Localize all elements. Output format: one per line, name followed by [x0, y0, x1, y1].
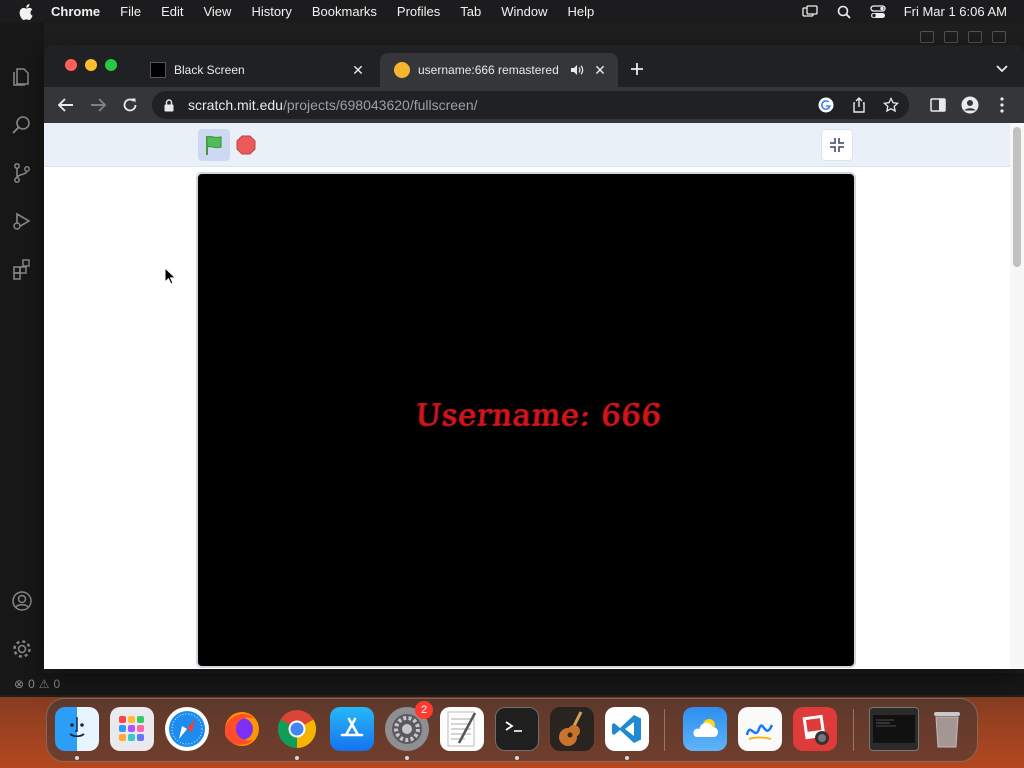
terminal-running-dot: [515, 756, 519, 760]
menu-chrome[interactable]: Chrome: [51, 4, 100, 19]
window-zoom-button[interactable]: [105, 59, 117, 71]
safari-icon[interactable]: [165, 707, 209, 751]
mouse-pointer-icon: [164, 267, 176, 285]
new-tab-plus-icon[interactable]: [627, 59, 647, 79]
tab-audio-playing-icon[interactable]: [570, 63, 584, 77]
scratch-stage[interactable]: Username: 666: [196, 172, 856, 668]
back-arrow-icon[interactable]: [56, 95, 76, 115]
tab-title: username:666 remastered: [418, 63, 559, 77]
tab-search-chevron-down-icon[interactable]: [994, 61, 1010, 77]
tab-strip: Black Screen ✕ username:666 remastered ✕: [44, 45, 1024, 87]
warning-count[interactable]: 0: [54, 677, 61, 691]
vscode-activity-bar: [0, 23, 44, 673]
vscode-layout-controls: [920, 31, 1006, 43]
settings-running-dot: [405, 756, 409, 760]
menu-view[interactable]: View: [203, 4, 231, 19]
toggle-secondary-sidebar-icon[interactable]: [968, 31, 982, 43]
menu-profiles[interactable]: Profiles: [397, 4, 440, 19]
menu-help[interactable]: Help: [568, 4, 595, 19]
spotlight-search-icon[interactable]: [836, 4, 852, 20]
forward-arrow-icon[interactable]: [88, 95, 108, 115]
control-center-icon[interactable]: [870, 4, 886, 20]
freeform-icon[interactable]: [738, 707, 782, 751]
google-chrome-icon[interactable]: [275, 707, 319, 751]
url-host: scratch.mit.edu: [188, 97, 283, 113]
launchpad-icon[interactable]: [110, 707, 154, 751]
address-bar[interactable]: scratch.mit.edu/projects/698043620/fulls…: [152, 91, 909, 119]
vscode-running-dot: [625, 756, 629, 760]
page-scrollbar[interactable]: [1010, 123, 1024, 669]
tab-close-icon[interactable]: ✕: [592, 62, 608, 78]
customize-layout-icon[interactable]: [992, 31, 1006, 43]
macos-dock: 2: [46, 698, 978, 762]
menu-window[interactable]: Window: [501, 4, 547, 19]
textedit-icon[interactable]: [440, 707, 484, 751]
search-icon[interactable]: [10, 113, 34, 137]
manage-gear-icon[interactable]: [10, 637, 34, 661]
google-lens-g-icon[interactable]: [818, 97, 834, 113]
url-path: /projects/698043620/fullscreen/: [282, 97, 478, 113]
black-screen-favicon-icon: [150, 62, 166, 78]
vscode-status-bar: ⊗ 0 ⚠ 0: [0, 673, 1024, 695]
run-debug-icon[interactable]: [10, 209, 34, 233]
scratch-favicon-icon: [394, 62, 410, 78]
error-count-icon[interactable]: ⊗: [14, 677, 24, 691]
trash-icon[interactable]: [925, 707, 969, 751]
screen-mirroring-icon[interactable]: [802, 4, 818, 20]
toggle-panel-icon[interactable]: [944, 31, 958, 43]
green-flag-icon[interactable]: [198, 129, 230, 161]
scratch-controls-bar: [44, 123, 1010, 167]
stage-username-text: Username: 666: [414, 397, 664, 433]
profile-avatar-icon[interactable]: [960, 95, 980, 115]
menu-edit[interactable]: Edit: [161, 4, 183, 19]
app-store-icon[interactable]: [330, 707, 374, 751]
dock-separator: [664, 709, 665, 751]
toggle-sidebar-icon[interactable]: [920, 31, 934, 43]
bookmark-star-icon[interactable]: [883, 97, 899, 113]
screenshot-thumbnail-icon[interactable]: [869, 707, 919, 751]
warning-count-icon[interactable]: ⚠: [39, 677, 50, 691]
macos-menu-bar: Chrome File Edit View History Bookmarks …: [0, 0, 1024, 23]
side-panel-icon[interactable]: [928, 95, 948, 115]
photo-booth-icon[interactable]: [793, 707, 837, 751]
tab-black-screen[interactable]: Black Screen ✕: [136, 53, 376, 87]
terminal-icon[interactable]: [495, 707, 539, 751]
extensions-icon[interactable]: [10, 257, 34, 281]
tab-close-icon[interactable]: ✕: [350, 62, 366, 78]
weather-icon[interactable]: [683, 707, 727, 751]
chrome-toolbar: scratch.mit.edu/projects/698043620/fulls…: [44, 87, 1024, 123]
firefox-icon[interactable]: [220, 707, 264, 751]
tab-username-666[interactable]: username:666 remastered ✕: [380, 53, 618, 87]
explorer-icon[interactable]: [10, 65, 34, 89]
dock-separator-2: [853, 709, 854, 751]
web-page-viewport: Username: 666: [44, 123, 1024, 669]
exit-fullscreen-icon[interactable]: [821, 129, 853, 161]
settings-notification-badge: 2: [415, 701, 433, 719]
reload-icon[interactable]: [120, 95, 140, 115]
finder-running-dot: [75, 756, 79, 760]
menu-tab[interactable]: Tab: [460, 4, 481, 19]
system-settings-icon[interactable]: 2: [385, 701, 433, 751]
chrome-running-dot: [295, 756, 299, 760]
share-icon[interactable]: [851, 97, 867, 113]
menu-file[interactable]: File: [120, 4, 141, 19]
garageband-icon[interactable]: [550, 707, 594, 751]
lock-icon[interactable]: [164, 98, 178, 112]
source-control-icon[interactable]: [10, 161, 34, 185]
error-count[interactable]: 0: [28, 677, 35, 691]
apple-logo-icon[interactable]: [19, 3, 37, 21]
vscode-icon[interactable]: [605, 707, 649, 751]
menu-bookmarks[interactable]: Bookmarks: [312, 4, 377, 19]
window-close-button[interactable]: [65, 59, 77, 71]
stop-sign-icon[interactable]: [236, 135, 256, 155]
menubar-clock[interactable]: Fri Mar 1 6:06 AM: [904, 4, 1007, 19]
window-minimize-button[interactable]: [85, 59, 97, 71]
scrollbar-thumb[interactable]: [1013, 127, 1021, 267]
finder-icon[interactable]: [55, 707, 99, 751]
chrome-menu-icon[interactable]: [992, 95, 1012, 115]
chrome-window: Black Screen ✕ username:666 remastered ✕: [44, 45, 1024, 669]
account-icon[interactable]: [10, 589, 34, 613]
menu-history[interactable]: History: [251, 4, 291, 19]
tab-title: Black Screen: [174, 63, 245, 77]
